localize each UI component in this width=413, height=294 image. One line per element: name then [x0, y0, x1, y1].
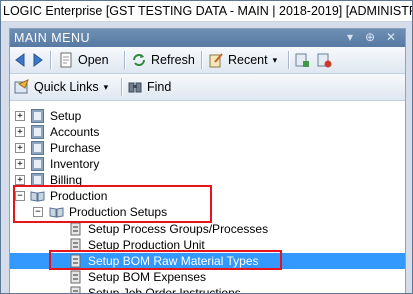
pin-icon[interactable]: ⊕: [365, 30, 375, 44]
tree-item-accounts[interactable]: + Accounts: [10, 124, 405, 140]
remove-shortcut-icon: [317, 53, 332, 68]
tree-item-purchase[interactable]: + Purchase: [10, 140, 405, 156]
tree-item-label: Setup Job Order Instructions: [88, 286, 241, 294]
main-menu-header: MAIN MENU ▾ ⊕ ✕: [10, 29, 405, 47]
forward-button[interactable]: [32, 51, 44, 69]
form-icon: [70, 286, 81, 293]
add-shortcut-icon: [295, 53, 309, 67]
highlight-box-production: [13, 185, 212, 223]
dropdown-icon[interactable]: ▾: [347, 30, 353, 44]
app-window: LOGIC Enterprise [GST TESTING DATA - MAI…: [0, 0, 413, 294]
main-menu-panel: MAIN MENU ▾ ⊕ ✕ Open Refresh Recent ▾ Qu…: [9, 28, 406, 294]
highlight-box-bom-raw-material: [49, 250, 282, 270]
form-icon: [70, 222, 81, 236]
close-icon[interactable]: ✕: [386, 30, 396, 44]
main-menu-title: MAIN MENU: [14, 31, 91, 45]
open-icon: [60, 52, 72, 68]
main-toolbar: Open Refresh Recent ▾: [10, 47, 405, 74]
refresh-button[interactable]: Refresh: [131, 51, 195, 69]
quick-links-label: Quick Links: [34, 80, 99, 94]
window-title: LOGIC Enterprise [GST TESTING DATA - MAI…: [3, 4, 413, 18]
expand-icon[interactable]: +: [15, 127, 25, 137]
tree-item-label: Purchase: [50, 141, 101, 155]
tree-item-setup-job-order-instructions[interactable]: Setup Job Order Instructions: [10, 285, 405, 294]
main-frame: MAIN MENU ▾ ⊕ ✕ Open Refresh Recent ▾ Qu…: [1, 22, 412, 293]
refresh-icon: [133, 54, 145, 66]
back-button[interactable]: [14, 51, 26, 69]
tree-item-label: Accounts: [50, 125, 100, 139]
open-button[interactable]: Open: [58, 51, 109, 69]
title-bar: LOGIC Enterprise [GST TESTING DATA - MAI…: [1, 1, 412, 22]
secondary-toolbar: Quick Links ▾ Find: [10, 74, 405, 101]
tree-item-inventory[interactable]: + Inventory: [10, 156, 405, 172]
back-arrow-icon: [15, 53, 25, 67]
recent-dropdown-icon[interactable]: ▾: [273, 55, 278, 66]
expand-icon[interactable]: +: [15, 159, 25, 169]
forward-arrow-icon: [33, 53, 43, 67]
quick-links-icon: [14, 79, 29, 94]
remove-shortcut-button[interactable]: [316, 51, 332, 69]
toolbar-separator: [124, 51, 126, 69]
book-icon: [31, 157, 44, 171]
refresh-label: Refresh: [151, 53, 195, 67]
toolbar-separator: [121, 78, 123, 96]
find-label: Find: [147, 80, 172, 94]
tree-item-setup-bom-expenses[interactable]: Setup BOM Expenses: [10, 269, 405, 285]
tree-item-label: Setup Process Groups/Processes: [88, 222, 269, 236]
open-label: Open: [78, 53, 109, 67]
tree-item-setup-process-groups[interactable]: Setup Process Groups/Processes: [10, 221, 405, 237]
toolbar-separator: [201, 51, 203, 69]
expand-icon[interactable]: +: [15, 143, 25, 153]
recent-button[interactable]: Recent ▾: [208, 51, 277, 69]
book-icon: [31, 109, 44, 123]
find-button[interactable]: Find: [127, 78, 171, 96]
add-shortcut-button[interactable]: [294, 51, 310, 69]
tree-item-setup[interactable]: + Setup: [10, 108, 405, 124]
tree-item-label: Setup: [50, 109, 82, 123]
menu-tree: + Setup + Accounts + Purchase + Inventor…: [10, 101, 405, 294]
quick-links-dropdown-icon[interactable]: ▾: [104, 82, 109, 93]
expand-icon[interactable]: +: [15, 175, 25, 185]
recent-label: Recent: [228, 53, 268, 67]
find-icon: [128, 82, 142, 93]
expand-icon[interactable]: +: [15, 111, 25, 121]
tree-item-label: Setup BOM Expenses: [88, 270, 207, 284]
toolbar-separator: [288, 51, 290, 69]
form-icon: [70, 270, 81, 284]
tree-item-label: Inventory: [50, 157, 100, 171]
book-icon: [31, 141, 44, 155]
toolbar-separator: [50, 51, 52, 69]
quick-links-button[interactable]: Quick Links ▾: [14, 78, 108, 96]
recent-icon: [209, 53, 223, 68]
book-icon: [31, 125, 44, 139]
